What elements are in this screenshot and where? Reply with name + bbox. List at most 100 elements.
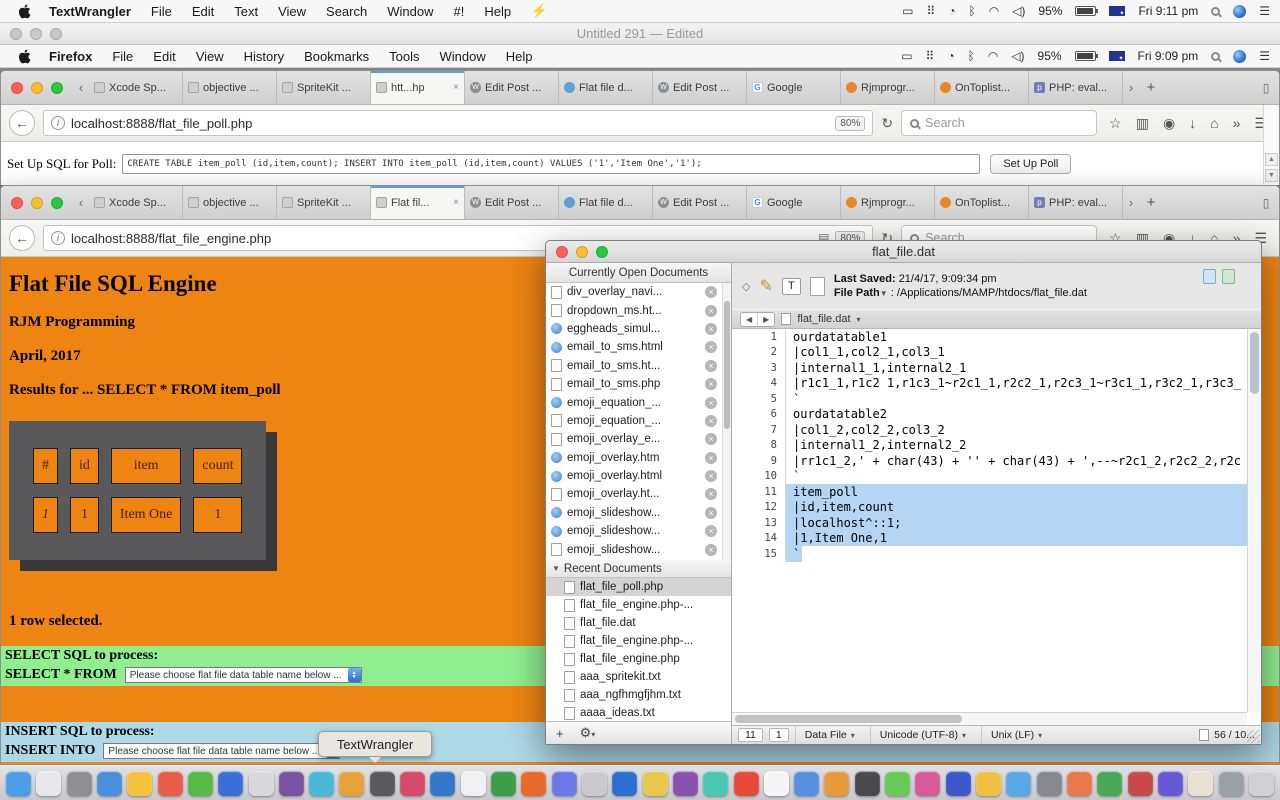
- split-view-icon[interactable]: [1203, 269, 1216, 284]
- zoom-window-button[interactable]: [596, 246, 608, 258]
- sidebar-toggle-icon[interactable]: ▯: [1253, 186, 1279, 219]
- dock-app-icon[interactable]: [582, 771, 607, 796]
- open-document-item[interactable]: emoji_slideshow...: [546, 522, 731, 540]
- menu-item[interactable]: Window: [387, 4, 433, 19]
- dock-app-icon[interactable]: [855, 771, 880, 796]
- resize-grip[interactable]: [1247, 730, 1260, 743]
- tab-scroll-right-icon[interactable]: ›: [1123, 186, 1139, 219]
- dock-app-icon[interactable]: [794, 771, 819, 796]
- dock-app-icon[interactable]: [976, 771, 1001, 796]
- bluetooth-icon[interactable]: ᛒ: [968, 49, 975, 63]
- back-button[interactable]: ←: [9, 110, 35, 136]
- dock-app-icon[interactable]: [461, 771, 486, 796]
- browser-tab[interactable]: OnToplist...: [935, 186, 1029, 219]
- tab-scroll-right-icon[interactable]: ›: [1123, 71, 1139, 104]
- dock-app-icon[interactable]: [552, 771, 577, 796]
- menu-item[interactable]: Edit: [192, 4, 214, 19]
- keyboard-status-icon[interactable]: ⠿: [926, 49, 935, 63]
- menu-item[interactable]: Help: [484, 4, 511, 19]
- minimize-window-button[interactable]: [576, 246, 588, 258]
- browser-tab[interactable]: Xcode Sp...: [89, 186, 183, 219]
- minimize-window-button[interactable]: [31, 197, 43, 209]
- back-button[interactable]: ←: [9, 225, 35, 251]
- open-document-item[interactable]: div_overlay_navi...: [546, 283, 731, 301]
- apple-menu-icon[interactable]: [18, 48, 33, 64]
- close-document-icon[interactable]: [705, 525, 717, 537]
- open-document-item[interactable]: emoji_equation_...: [546, 393, 731, 411]
- browser-tab[interactable]: Flat file d...: [559, 71, 653, 104]
- document-menu[interactable]: flat_file.dat: [797, 313, 850, 325]
- scripts-menu-icon[interactable]: ⚡: [531, 3, 547, 19]
- browser-tab[interactable]: objective ...: [183, 186, 277, 219]
- input-language-flag-icon[interactable]: [1109, 51, 1125, 61]
- recent-document-item[interactable]: flat_file_engine.php: [546, 650, 731, 668]
- menu-item[interactable]: Edit: [153, 49, 175, 64]
- close-window-button[interactable]: [11, 82, 23, 94]
- menu-item[interactable]: View: [196, 49, 224, 64]
- open-document-item[interactable]: email_to_sms.php: [546, 375, 731, 393]
- menu-item[interactable]: Help: [506, 49, 533, 64]
- close-document-icon[interactable]: [705, 433, 717, 445]
- bookmarks-menu-icon[interactable]: ▥: [1136, 115, 1149, 132]
- dock-app-icon[interactable]: [1188, 771, 1213, 796]
- notification-center-icon[interactable]: ☰: [1259, 49, 1270, 63]
- time-machine-icon[interactable]: ◔: [947, 49, 954, 63]
- dock-app-icon[interactable]: [400, 771, 425, 796]
- open-document-item[interactable]: dropdown_ms.ht...: [546, 301, 731, 319]
- close-document-icon[interactable]: [705, 286, 717, 298]
- new-tab-button[interactable]: +: [1139, 71, 1163, 104]
- document-proxy-icon[interactable]: [810, 277, 825, 296]
- close-document-icon[interactable]: [705, 323, 717, 335]
- recent-document-item[interactable]: aaa_spritekit.txt: [546, 668, 731, 686]
- menu-item[interactable]: History: [244, 49, 284, 64]
- dock-app-icon[interactable]: [309, 771, 334, 796]
- dock-app-icon[interactable]: [1219, 771, 1244, 796]
- close-window-button[interactable]: [556, 246, 568, 258]
- dock-app-icon[interactable]: [885, 771, 910, 796]
- open-document-item[interactable]: emoji_slideshow...: [546, 504, 731, 522]
- dock-app-icon[interactable]: [188, 771, 213, 796]
- app-menu-title[interactable]: Firefox: [49, 49, 92, 64]
- open-document-item[interactable]: emoji_equation_...: [546, 412, 731, 430]
- close-document-icon[interactable]: [705, 452, 717, 464]
- dock-app-icon[interactable]: [97, 771, 122, 796]
- open-document-item[interactable]: emoji_overlay.html: [546, 467, 731, 485]
- close-document-icon[interactable]: [705, 378, 717, 390]
- dock-app-icon[interactable]: [612, 771, 637, 796]
- browser-tab[interactable]: SpriteKit ...: [277, 186, 371, 219]
- recent-document-item[interactable]: flat_file.dat: [546, 614, 731, 632]
- vertical-scrollbar[interactable]: [1247, 329, 1261, 712]
- close-document-icon[interactable]: [705, 341, 717, 353]
- add-document-button[interactable]: +: [556, 726, 564, 741]
- recent-document-item[interactable]: flat_file_poll.php: [546, 578, 731, 596]
- menu-item[interactable]: File: [151, 4, 172, 19]
- menu-item[interactable]: #!: [453, 4, 464, 19]
- minimize-window-button[interactable]: [31, 82, 43, 94]
- dock-app-icon[interactable]: [218, 771, 243, 796]
- overflow-icon[interactable]: »: [1233, 115, 1241, 131]
- input-language-flag-icon[interactable]: [1109, 6, 1125, 16]
- dock-app-icon[interactable]: [1067, 771, 1092, 796]
- dock-app-icon[interactable]: [249, 771, 274, 796]
- keyboard-status-icon[interactable]: ⠿: [926, 4, 935, 18]
- new-view-icon[interactable]: [1222, 269, 1235, 284]
- dock-app-icon[interactable]: [6, 771, 31, 796]
- open-document-item[interactable]: email_to_sms.ht...: [546, 357, 731, 375]
- url-bar[interactable]: i localhost:8888/flat_file_poll.php 80%: [43, 110, 873, 136]
- dock-app-icon[interactable]: [36, 771, 61, 796]
- open-document-item[interactable]: emoji_overlay_e...: [546, 430, 731, 448]
- tab-scroll-left-icon[interactable]: ‹: [73, 71, 89, 104]
- home-icon[interactable]: ⌂: [1210, 115, 1218, 131]
- scroll-down-icon[interactable]: ▼: [1265, 169, 1278, 182]
- menu-item[interactable]: Tools: [389, 49, 419, 64]
- tab-close-icon[interactable]: [453, 82, 459, 93]
- browser-tab[interactable]: Edit Post ...: [653, 71, 747, 104]
- apple-menu-icon[interactable]: [18, 3, 33, 19]
- close-document-icon[interactable]: [705, 507, 717, 519]
- dock-app-icon[interactable]: [279, 771, 304, 796]
- close-document-icon[interactable]: [705, 415, 717, 427]
- display-status-icon[interactable]: ▭: [902, 4, 913, 18]
- close-window-button[interactable]: [10, 28, 22, 40]
- volume-icon[interactable]: ◁): [1011, 49, 1024, 63]
- browser-tab[interactable]: PHP: eval...: [1029, 71, 1123, 104]
